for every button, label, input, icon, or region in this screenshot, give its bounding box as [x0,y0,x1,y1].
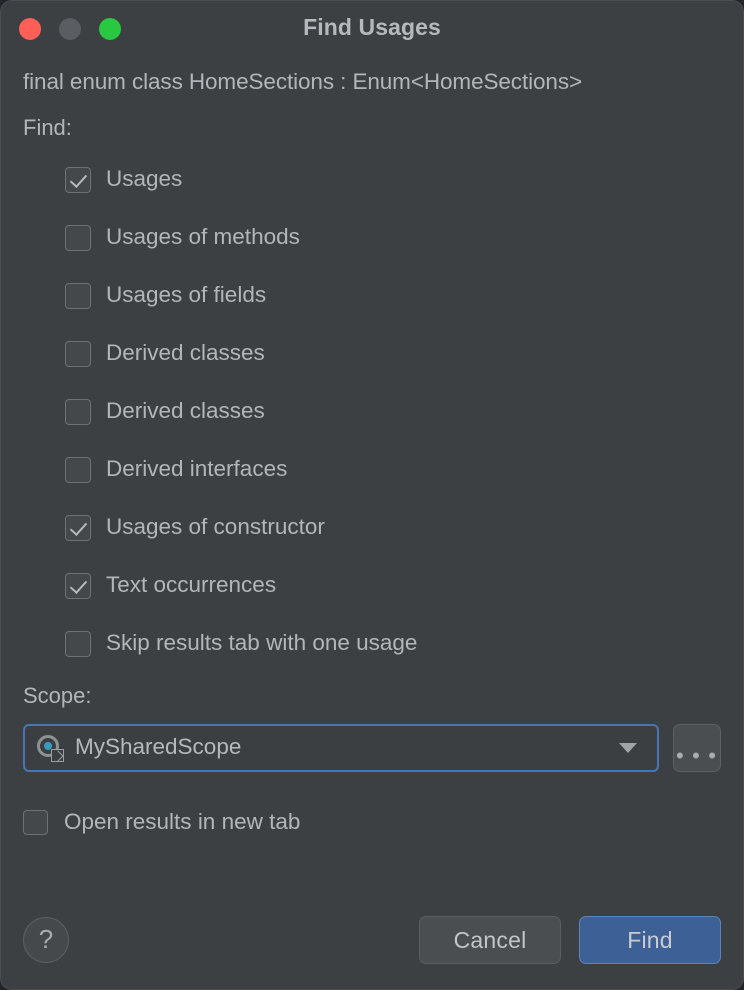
scope-row: MySharedScope • • • [23,724,721,772]
find-section-label: Find: [23,117,721,139]
checkbox-label-text-occurrences: Text occurrences [106,574,276,597]
checkbox-row-usages-of-fields[interactable]: Usages of fields [65,277,721,315]
checkbox-usages[interactable] [65,167,91,193]
find-options-group: Usages Usages of methods Usages of field… [23,161,721,663]
checkbox-row-usages[interactable]: Usages [65,161,721,199]
checkbox-row-skip-results-tab[interactable]: Skip results tab with one usage [65,625,721,663]
checkbox-row-derived-classes-1[interactable]: Derived classes [65,335,721,373]
window-title: Find Usages [1,14,743,41]
scope-browse-button[interactable]: • • • [673,724,721,772]
checkbox-label-usages-of-fields: Usages of fields [106,284,266,307]
checkbox-skip-results-tab[interactable] [65,631,91,657]
chevron-down-icon[interactable] [619,743,637,753]
checkbox-label-derived-classes-1: Derived classes [106,342,265,365]
checkbox-row-usages-of-constructor[interactable]: Usages of constructor [65,509,721,547]
shared-scope-icon [37,735,63,761]
find-button[interactable]: Find [579,916,721,964]
checkbox-row-open-results-new-tab[interactable]: Open results in new tab [23,810,721,835]
dialog-footer: ? Cancel Find [1,913,743,967]
find-usages-dialog: Find Usages final enum class HomeSection… [0,0,744,990]
checkbox-label-usages-of-constructor: Usages of constructor [106,516,325,539]
checkbox-usages-of-methods[interactable] [65,225,91,251]
title-bar: Find Usages [1,1,743,57]
cancel-button[interactable]: Cancel [419,916,561,964]
target-declaration-text: final enum class HomeSections : Enum<Hom… [23,71,721,94]
scope-section-label: Scope: [23,685,721,707]
checkbox-row-derived-interfaces[interactable]: Derived interfaces [65,451,721,489]
checkbox-label-skip-results-tab: Skip results tab with one usage [106,632,417,655]
ellipsis-icon: • • • [674,752,720,760]
checkbox-label-derived-interfaces: Derived interfaces [106,458,287,481]
scope-selected-value: MySharedScope [75,736,619,759]
checkbox-usages-of-constructor[interactable] [65,515,91,541]
checkbox-label-derived-classes-2: Derived classes [106,400,265,423]
checkbox-derived-classes-1[interactable] [65,341,91,367]
checkbox-row-usages-of-methods[interactable]: Usages of methods [65,219,721,257]
checkbox-derived-interfaces[interactable] [65,457,91,483]
checkbox-derived-classes-2[interactable] [65,399,91,425]
scope-combobox[interactable]: MySharedScope [23,724,659,772]
checkbox-row-text-occurrences[interactable]: Text occurrences [65,567,721,605]
checkbox-open-results-new-tab[interactable] [23,810,48,835]
checkbox-label-usages-of-methods: Usages of methods [106,226,300,249]
checkbox-usages-of-fields[interactable] [65,283,91,309]
checkbox-label-usages: Usages [106,168,182,191]
dialog-content: final enum class HomeSections : Enum<Hom… [1,71,743,835]
checkbox-row-derived-classes-2[interactable]: Derived classes [65,393,721,431]
checkbox-label-open-results-new-tab: Open results in new tab [64,811,300,834]
help-button[interactable]: ? [23,917,69,963]
checkbox-text-occurrences[interactable] [65,573,91,599]
